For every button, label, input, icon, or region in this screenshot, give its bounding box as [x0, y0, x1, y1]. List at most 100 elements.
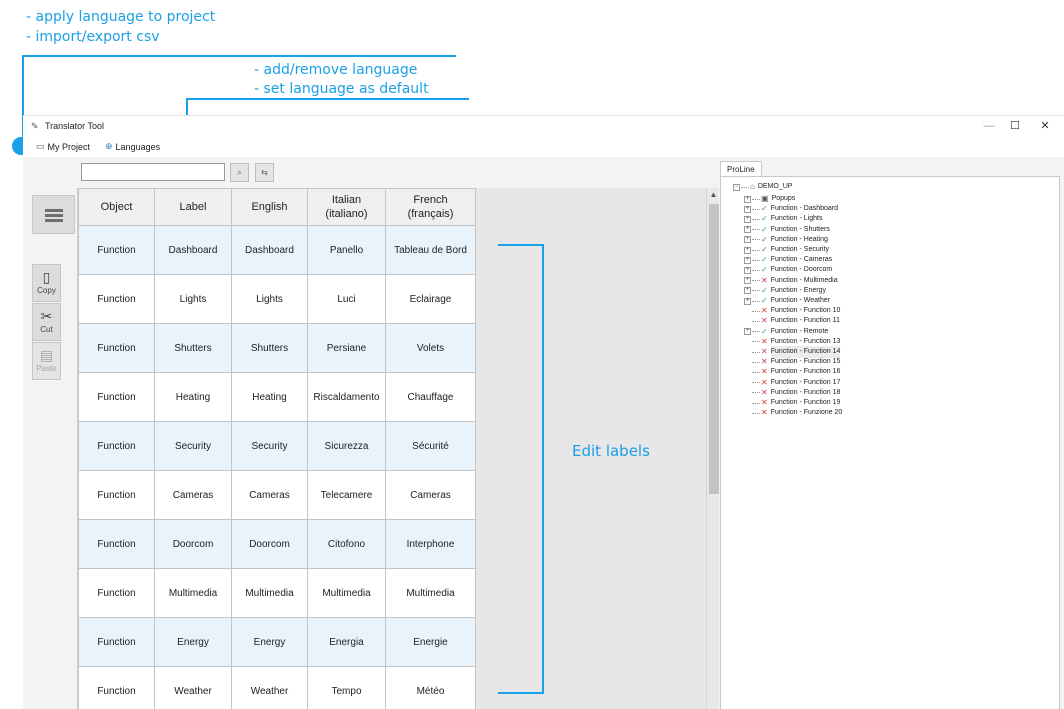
translation-table: Object Label English Italian (italiano) Frenc…: [78, 188, 476, 709]
home-icon: ⌂: [750, 182, 755, 191]
find-button[interactable]: ⌕: [230, 163, 249, 182]
find-icon: ⌕: [237, 168, 242, 177]
scroll-thumb[interactable]: [709, 204, 719, 494]
table-cell: Function: [78, 666, 155, 709]
expand-icon[interactable]: +: [744, 215, 751, 223]
table-cell[interactable]: Cameras: [231, 470, 308, 520]
table-row: Function Energy Energy Energia Energie: [78, 617, 476, 667]
table-cell[interactable]: Multimedia: [307, 568, 386, 618]
table-cell[interactable]: Telecamere: [307, 470, 386, 520]
column-header[interactable]: Label: [154, 188, 232, 226]
tree-connector: [752, 412, 760, 414]
globe-icon: ⊕: [105, 141, 113, 151]
table-cell[interactable]: Panello: [307, 225, 386, 275]
table-cell[interactable]: Energy: [231, 617, 308, 667]
expand-icon[interactable]: +: [744, 287, 751, 295]
tree-item[interactable]: ✕ Function - Funzione 20: [744, 407, 842, 419]
expand-icon[interactable]: +: [744, 246, 751, 254]
table-cell[interactable]: Heating: [231, 372, 308, 422]
tree-connector: [752, 269, 760, 271]
minimize-button[interactable]: —: [975, 118, 1003, 134]
paste-button[interactable]: ▤ Paste: [32, 342, 61, 380]
scroll-up-icon[interactable]: ▲: [707, 190, 719, 199]
table-cell[interactable]: Chauffage: [385, 372, 476, 422]
table-cell[interactable]: Doorcom: [231, 519, 308, 569]
scissors-icon: ✂: [40, 308, 53, 324]
table-row: Function Weather Weather Tempo Météo: [78, 666, 476, 709]
table-cell[interactable]: Energia: [307, 617, 386, 667]
cut-button[interactable]: ✂ Cut: [32, 303, 61, 341]
search-input[interactable]: [81, 163, 225, 181]
column-header-label: Object: [100, 201, 133, 213]
expand-icon[interactable]: +: [744, 277, 751, 285]
maximize-button[interactable]: ☐: [1001, 118, 1029, 134]
tree-connector: [752, 310, 760, 312]
tree-connector: [752, 259, 760, 261]
expand-icon[interactable]: +: [744, 256, 751, 264]
copy-icon: ▯: [42, 269, 51, 285]
table-cell[interactable]: Security: [231, 421, 308, 471]
menu-my-project[interactable]: ▭ My Project: [36, 141, 90, 152]
table-cell[interactable]: Multimedia: [385, 568, 476, 618]
table-cell: Function: [78, 568, 155, 618]
tree-root[interactable]: − ⌂ DEMO_UP: [733, 181, 792, 193]
table-cell[interactable]: Shutters: [231, 323, 308, 373]
tree-connector: [752, 351, 760, 353]
table-cell[interactable]: Dashboard: [231, 225, 308, 275]
table-cell[interactable]: Luci: [307, 274, 386, 324]
table-cell[interactable]: Sécurité: [385, 421, 476, 471]
tree-connector: [752, 341, 760, 343]
table-cell[interactable]: Riscaldamento: [307, 372, 386, 422]
table-cell[interactable]: Sicurezza: [307, 421, 386, 471]
expand-icon[interactable]: +: [744, 236, 751, 244]
menu-languages[interactable]: ⊕ Languages: [105, 141, 160, 152]
tab-proline[interactable]: ProLine: [720, 161, 762, 177]
table-cell[interactable]: Citofono: [307, 519, 386, 569]
table-cell: Heating: [154, 372, 232, 422]
table-cell[interactable]: Energie: [385, 617, 476, 667]
menu-languages-label: Languages: [115, 141, 161, 152]
column-header[interactable]: English: [231, 188, 308, 226]
table-cell: Function: [78, 323, 155, 373]
table-cell[interactable]: Météo: [385, 666, 476, 709]
table-cell[interactable]: Persiane: [307, 323, 386, 373]
table-cell[interactable]: Multimedia: [231, 568, 308, 618]
close-button[interactable]: ✕: [1031, 118, 1059, 134]
column-header[interactable]: Object: [78, 188, 155, 226]
table-row: Function Shutters Shutters Persiane Volets: [78, 323, 476, 373]
table-cell[interactable]: Tempo: [307, 666, 386, 709]
column-header[interactable]: French (français): [385, 188, 476, 226]
table-cell[interactable]: Eclairage: [385, 274, 476, 324]
column-header-label: French: [413, 194, 448, 206]
table-row: Function Heating Heating Riscaldamento Chauf…: [78, 372, 476, 422]
table-cell: Weather: [154, 666, 232, 709]
expand-icon[interactable]: +: [744, 226, 751, 234]
column-header[interactable]: Italian (italiano): [307, 188, 386, 226]
expand-icon[interactable]: +: [744, 297, 751, 305]
menu-toggle-button[interactable]: [32, 195, 75, 234]
tree-connector: [752, 229, 760, 231]
expand-icon[interactable]: +: [744, 328, 751, 336]
table-cell[interactable]: Cameras: [385, 470, 476, 520]
table-cell[interactable]: Interphone: [385, 519, 476, 569]
expand-icon[interactable]: +: [744, 205, 751, 213]
annotation-project-line2: - import/export csv: [26, 29, 160, 45]
table-cell[interactable]: Tableau de Bord: [385, 225, 476, 275]
app-icon: ✎: [31, 121, 39, 131]
cross-icon: ✕: [761, 408, 768, 418]
table-cell: Function: [78, 274, 155, 324]
expand-icon[interactable]: +: [744, 266, 751, 274]
grid-scrollbar[interactable]: ▲: [706, 188, 719, 709]
collapse-icon[interactable]: −: [733, 183, 740, 191]
replace-button[interactable]: ⇆: [255, 163, 274, 182]
table-cell: Energy: [154, 617, 232, 667]
expand-icon[interactable]: +: [744, 195, 751, 203]
copy-button[interactable]: ▯ Copy: [32, 264, 61, 302]
tree-connector: [752, 382, 760, 384]
column-header-label: Label: [179, 201, 207, 213]
table-cell: Security: [154, 421, 232, 471]
table-cell[interactable]: Lights: [231, 274, 308, 324]
table-cell: Lights: [154, 274, 232, 324]
table-cell[interactable]: Volets: [385, 323, 476, 373]
table-cell[interactable]: Weather: [231, 666, 308, 709]
